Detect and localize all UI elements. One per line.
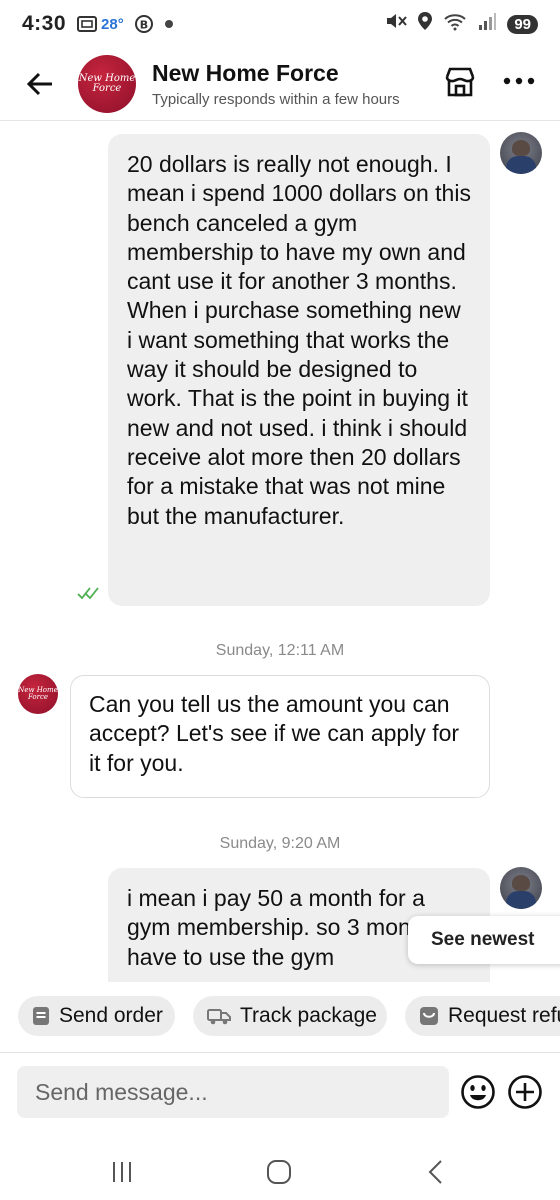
request-refund-label: Request refu [448, 1004, 560, 1027]
page-avatar-small[interactable]: New Home Force [18, 674, 58, 714]
location-icon [417, 11, 433, 37]
dot-icon [164, 19, 174, 29]
message-composer[interactable] [17, 1066, 449, 1118]
refund-icon [419, 1006, 439, 1026]
request-refund-chip[interactable]: Request refu [405, 996, 560, 1036]
send-order-chip[interactable]: Send order [18, 996, 175, 1036]
response-time: Typically responds within a few hours [152, 91, 400, 108]
battery-indicator: 99 [507, 14, 538, 34]
truck-icon [207, 1007, 231, 1025]
user-avatar[interactable] [500, 867, 542, 909]
see-newest-button[interactable]: See newest [408, 916, 560, 964]
track-package-label: Track package [240, 1004, 377, 1027]
seen-check-icon [76, 585, 102, 606]
system-nav-bar [0, 1140, 560, 1200]
receipt-icon [32, 1006, 50, 1026]
plus-icon[interactable] [507, 1074, 543, 1110]
screenshot-icon [76, 14, 98, 34]
message-thread[interactable]: 20 dollars is really not enough. I mean … [0, 122, 560, 982]
conversation-header: New Home Force New Home Force Typically … [0, 48, 560, 121]
message-input[interactable] [35, 1078, 449, 1106]
home-icon[interactable] [259, 1152, 299, 1192]
quick-actions-bar[interactable]: Send order Track package Request refu [0, 996, 560, 1040]
header-title-block[interactable]: New Home Force Typically responds within… [152, 60, 400, 108]
b-circle-icon: B [134, 14, 154, 34]
outgoing-message[interactable]: 20 dollars is really not enough. I mean … [108, 134, 490, 606]
track-package-chip[interactable]: Track package [193, 996, 387, 1036]
date-separator: Sunday, 9:20 AM [219, 835, 341, 852]
shop-icon[interactable] [442, 64, 478, 105]
emoji-icon[interactable] [460, 1074, 496, 1110]
back-arrow-icon[interactable] [20, 64, 60, 104]
page-avatar-logo-line2: Force [92, 83, 122, 94]
back-icon[interactable] [416, 1152, 456, 1192]
status-bar: 4:30 28° B 99 [0, 0, 560, 48]
recents-icon[interactable] [102, 1152, 142, 1192]
page-avatar[interactable]: New Home Force [78, 55, 136, 113]
incoming-message[interactable]: Can you tell us the amount you can accep… [70, 675, 490, 798]
status-time: 4:30 [22, 12, 67, 35]
signal-icon [477, 11, 497, 37]
mute-icon [385, 11, 408, 37]
page-title: New Home Force [152, 60, 339, 86]
svg-text:B: B [140, 19, 148, 32]
date-separator: Sunday, 12:11 AM [215, 642, 345, 659]
status-temperature: 28° [101, 15, 124, 33]
wifi-icon [443, 11, 467, 37]
send-order-label: Send order [59, 1004, 163, 1027]
user-avatar[interactable] [500, 132, 542, 174]
page-avatar-small-logo-line2: Force [27, 693, 49, 701]
composer-divider [0, 1052, 560, 1053]
more-icon[interactable] [502, 74, 536, 92]
